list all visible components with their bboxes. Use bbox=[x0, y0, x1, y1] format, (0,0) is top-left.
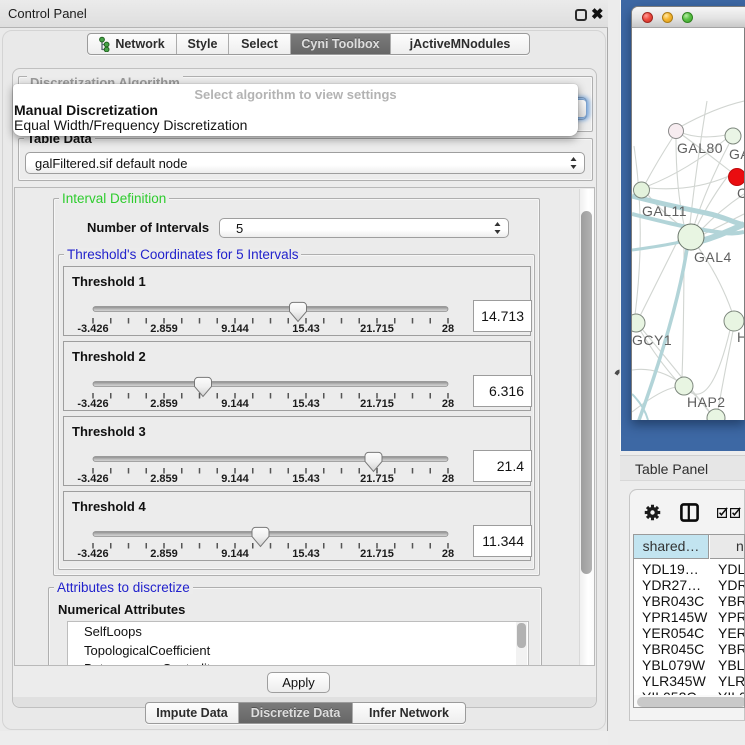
svg-text:GA: GA bbox=[729, 146, 744, 162]
svg-text:GCY1: GCY1 bbox=[632, 332, 672, 348]
svg-text:2.859: 2.859 bbox=[150, 398, 178, 410]
svg-text:2.859: 2.859 bbox=[150, 323, 178, 335]
svg-text:28: 28 bbox=[442, 548, 454, 560]
svg-text:2.859: 2.859 bbox=[150, 473, 178, 485]
svg-text:GAL4: GAL4 bbox=[694, 249, 732, 265]
svg-text:15.43: 15.43 bbox=[292, 473, 320, 485]
svg-text:-3.426: -3.426 bbox=[77, 398, 108, 410]
svg-text:21.715: 21.715 bbox=[360, 323, 394, 335]
svg-text:28: 28 bbox=[442, 473, 454, 485]
svg-text:GAL80: GAL80 bbox=[677, 140, 723, 156]
svg-text:9.144: 9.144 bbox=[221, 323, 249, 335]
svg-text:28: 28 bbox=[442, 323, 454, 335]
svg-text:HAP2: HAP2 bbox=[687, 394, 726, 410]
svg-text:9.144: 9.144 bbox=[221, 548, 249, 560]
svg-text:21.715: 21.715 bbox=[360, 398, 394, 410]
svg-text:28: 28 bbox=[442, 398, 454, 410]
svg-text:-3.426: -3.426 bbox=[77, 473, 108, 485]
svg-text:GAL11: GAL11 bbox=[642, 203, 687, 219]
svg-text:21.715: 21.715 bbox=[360, 473, 394, 485]
svg-text:9.144: 9.144 bbox=[221, 473, 249, 485]
svg-text:15.43: 15.43 bbox=[292, 398, 320, 410]
svg-text:-3.426: -3.426 bbox=[77, 548, 108, 560]
svg-text:9.144: 9.144 bbox=[221, 398, 249, 410]
svg-text:HA: HA bbox=[737, 329, 744, 345]
svg-text:-3.426: -3.426 bbox=[77, 323, 108, 335]
svg-text:2.859: 2.859 bbox=[150, 548, 178, 560]
svg-text:C: C bbox=[737, 185, 744, 201]
svg-text:15.43: 15.43 bbox=[292, 323, 320, 335]
svg-text:21.715: 21.715 bbox=[360, 548, 394, 560]
svg-text:15.43: 15.43 bbox=[292, 548, 320, 560]
